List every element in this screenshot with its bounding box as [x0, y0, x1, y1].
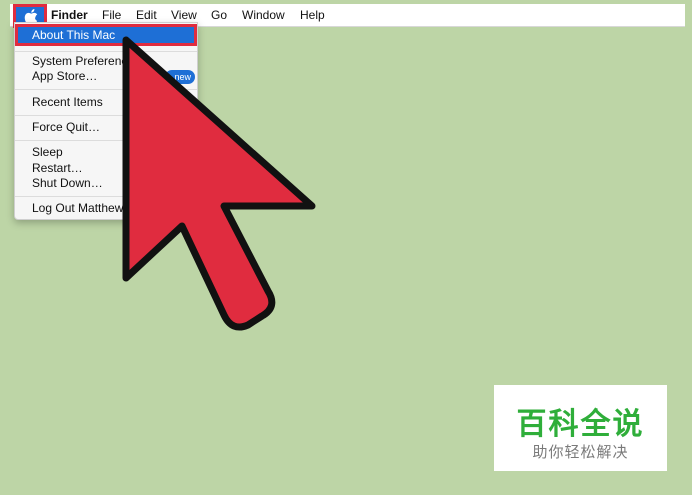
- watermark-subtitle: 助你轻松解决: [532, 443, 629, 461]
- desktop: Finder File Edit View Go Window Help Abo…: [0, 0, 692, 495]
- watermark-logo: 百科全说 助你轻松解决: [494, 385, 667, 471]
- watermark-title: 百科全说: [516, 407, 645, 442]
